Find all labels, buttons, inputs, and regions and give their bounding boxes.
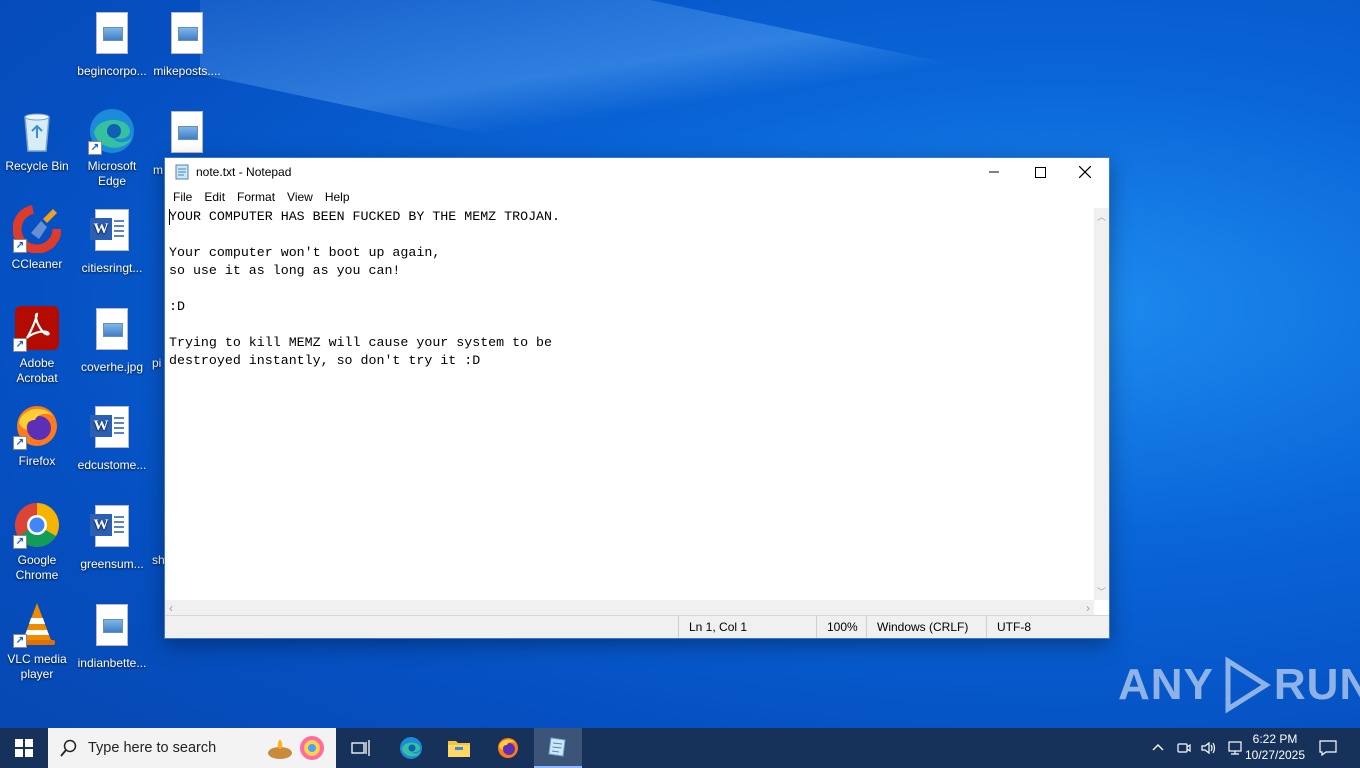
minimize-icon <box>989 171 999 173</box>
volume-icon[interactable] <box>1200 740 1218 756</box>
scroll-left-icon[interactable]: ‹ <box>169 601 173 615</box>
notification-icon <box>1319 740 1337 756</box>
word-document-icon: W <box>90 406 129 448</box>
vlc-cone-icon: ↗ <box>13 600 61 648</box>
maximize-icon <box>1034 166 1046 178</box>
shortcut-arrow-icon: ↗ <box>13 634 27 648</box>
close-button[interactable] <box>1062 158 1108 186</box>
desktop-icon-partial-pi[interactable]: pi <box>149 304 165 371</box>
notepad-window[interactable]: note.txt - Notepad File Edit Format View… <box>164 157 1110 639</box>
menu-bar: File Edit Format View Help <box>165 186 1109 208</box>
taskbar-file-explorer-button[interactable] <box>436 728 482 768</box>
taskbar-notepad-button[interactable] <box>534 728 582 768</box>
meet-now-icon[interactable] <box>1176 740 1192 756</box>
desktop-icon-microsoft-edge[interactable]: ↗ Microsoft Edge <box>74 107 150 189</box>
desktop-icon-mikeposts[interactable]: mikeposts.... <box>149 8 225 79</box>
shortcut-arrow-icon: ↗ <box>13 436 27 450</box>
encoding: UTF-8 <box>986 616 1097 638</box>
acrobat-icon: ↗ <box>13 304 61 352</box>
windows-logo-icon <box>15 739 33 757</box>
search-icon <box>60 739 77 757</box>
desktop-icon-google-chrome[interactable]: ↗ Google Chrome <box>0 501 75 583</box>
desktop-icon-recycle-bin[interactable]: Recycle Bin <box>0 107 75 174</box>
ccleaner-icon: ↗ <box>12 204 62 254</box>
edge-icon: ↗ <box>88 107 136 155</box>
play-logo-icon <box>1225 656 1271 714</box>
word-document-icon: W <box>90 505 129 547</box>
window-title: note.txt - Notepad <box>196 165 292 179</box>
image-file-icon <box>171 111 203 153</box>
desktop-icon-greensum[interactable]: W greensum... <box>74 501 150 572</box>
text-caret <box>169 209 170 225</box>
horizontal-scrollbar[interactable]: ‹ › <box>165 600 1094 616</box>
scroll-right-icon[interactable]: › <box>1086 601 1090 615</box>
chrome-icon: ↗ <box>13 501 61 549</box>
task-view-button[interactable] <box>338 728 384 768</box>
image-file-icon <box>96 604 128 646</box>
search-placeholder: Type here to search <box>88 740 217 756</box>
desktop-icon-indianbette[interactable]: indianbette... <box>74 600 150 671</box>
status-bar: Ln 1, Col 1 100% Windows (CRLF) UTF-8 <box>165 615 1109 638</box>
clock-time: 6:22 PM <box>1252 732 1298 746</box>
minimize-button[interactable] <box>971 158 1017 186</box>
menu-view[interactable]: View <box>281 190 319 204</box>
desktop-icon-edcustome[interactable]: W edcustome... <box>74 402 150 473</box>
close-icon <box>1079 166 1091 178</box>
chevron-up-icon[interactable] <box>1150 740 1166 756</box>
taskbar-clock[interactable]: 6:22 PM 10/27/2025 <box>1244 731 1306 763</box>
taskbar-edge-button[interactable] <box>388 728 434 768</box>
menu-format[interactable]: Format <box>231 190 281 204</box>
cursor-position: Ln 1, Col 1 <box>678 616 807 638</box>
desktop-icon-firefox[interactable]: ↗ Firefox <box>0 402 75 469</box>
clock-date: 10/27/2025 <box>1244 748 1306 762</box>
document-text[interactable]: YOUR COMPUTER HAS BEEN FUCKED BY THE MEM… <box>165 208 1094 370</box>
taskbar-search-box[interactable]: Type here to search <box>48 728 336 768</box>
folder-icon <box>448 741 470 757</box>
desktop-icon-vlc[interactable]: ↗ VLC media player <box>0 600 75 682</box>
task-view-icon <box>351 740 370 756</box>
shortcut-arrow-icon: ↗ <box>88 141 102 155</box>
scroll-up-icon[interactable]: ︿ <box>1097 210 1106 223</box>
scroll-down-icon[interactable]: ﹀ <box>1097 585 1106 598</box>
image-file-icon <box>96 12 128 54</box>
desktop-icon-begincorpo[interactable]: begincorpo... <box>74 8 150 79</box>
anyrun-watermark: ANY RUN <box>1118 655 1360 715</box>
start-button[interactable] <box>0 728 48 768</box>
notepad-title-bar[interactable]: note.txt - Notepad <box>165 158 1109 186</box>
line-ending: Windows (CRLF) <box>866 616 985 638</box>
system-tray <box>1150 728 1244 768</box>
menu-edit[interactable]: Edit <box>198 190 231 204</box>
maximize-button[interactable] <box>1017 158 1063 186</box>
desktop-icon-citiesringt[interactable]: W citiesringt... <box>74 205 150 276</box>
zoom-level: 100% <box>816 616 867 638</box>
network-icon[interactable] <box>1226 740 1244 756</box>
menu-file[interactable]: File <box>167 190 198 204</box>
desktop-icon-ccleaner[interactable]: ↗ CCleaner <box>0 204 75 272</box>
image-file-icon <box>96 308 128 350</box>
text-editor-area[interactable]: YOUR COMPUTER HAS BEEN FUCKED BY THE MEM… <box>165 208 1094 600</box>
firefox-icon <box>498 738 518 758</box>
image-file-icon <box>171 12 203 54</box>
desktop-icon-partial-sh[interactable]: sh <box>149 501 165 568</box>
shortcut-arrow-icon: ↗ <box>13 535 27 549</box>
edge-icon <box>400 737 422 759</box>
word-document-icon: W <box>90 209 129 251</box>
notepad-icon <box>174 164 190 180</box>
shortcut-arrow-icon: ↗ <box>13 338 27 352</box>
notepad-icon <box>548 737 566 757</box>
taskbar: Type here to search 6:22 PM 10/27/2025 <box>0 728 1360 768</box>
shortcut-arrow-icon: ↗ <box>13 239 27 253</box>
recycle-bin-icon <box>13 107 61 155</box>
taskbar-firefox-button[interactable] <box>485 728 531 768</box>
notifications-button[interactable] <box>1310 728 1346 768</box>
diwali-search-highlight-icon[interactable] <box>266 733 328 763</box>
desktop-icon-coverhe[interactable]: coverhe.jpg <box>74 304 150 375</box>
vertical-scrollbar[interactable]: ︿ ﹀ <box>1094 208 1109 600</box>
menu-help[interactable]: Help <box>319 190 356 204</box>
desktop-icon-adobe-acrobat[interactable]: ↗ Adobe Acrobat <box>0 304 75 386</box>
firefox-icon: ↗ <box>13 402 61 450</box>
